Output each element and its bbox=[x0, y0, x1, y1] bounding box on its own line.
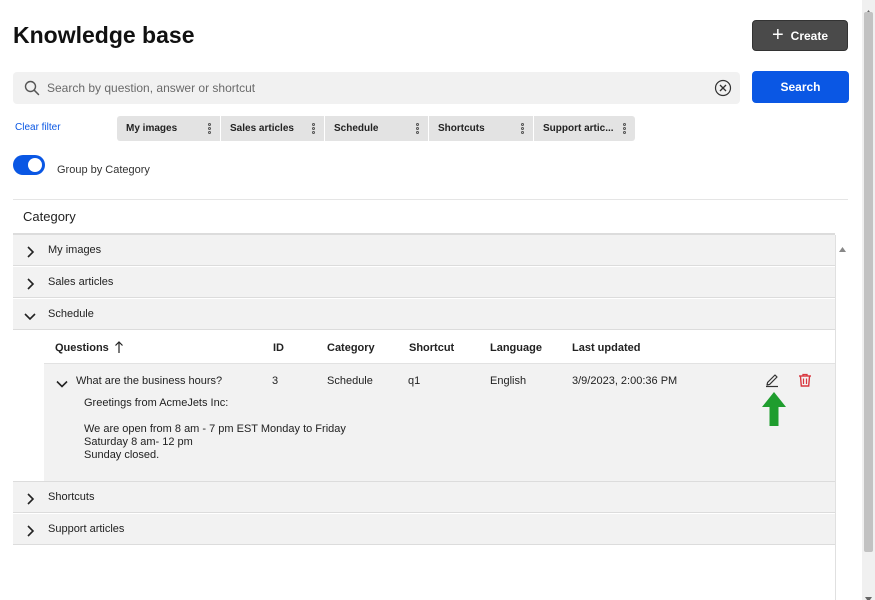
scroll-down-icon[interactable] bbox=[865, 589, 872, 600]
group-row-sales-articles[interactable]: Sales articles bbox=[13, 267, 835, 298]
filter-chip-support-articles[interactable]: Support artic... bbox=[534, 116, 635, 141]
chevron-down-icon bbox=[24, 308, 36, 326]
chevron-right-icon bbox=[25, 277, 35, 295]
filter-chip-sales-articles[interactable]: Sales articles bbox=[221, 116, 324, 141]
group-row-schedule[interactable]: Schedule bbox=[13, 299, 835, 330]
filter-chip-label: Schedule bbox=[334, 123, 379, 134]
toggle-knob bbox=[28, 158, 42, 172]
answer-line: Saturday 8 am- 12 pm bbox=[84, 436, 193, 448]
create-button-label: Create bbox=[790, 28, 829, 43]
chevron-right-icon bbox=[25, 524, 35, 542]
shortcut-cell: q1 bbox=[408, 375, 421, 387]
search-button[interactable]: Search bbox=[752, 71, 849, 103]
divider bbox=[13, 199, 848, 200]
list-scrollbar[interactable] bbox=[835, 235, 848, 600]
category-column-header: Category bbox=[23, 209, 76, 224]
create-button[interactable]: + Create bbox=[752, 20, 848, 51]
group-by-category-toggle[interactable] bbox=[13, 155, 45, 175]
chevron-down-icon[interactable] bbox=[56, 376, 68, 394]
chevron-right-icon bbox=[25, 245, 35, 263]
group-label: Sales articles bbox=[48, 276, 114, 288]
filter-chip-label: Support artic... bbox=[543, 123, 614, 134]
column-header-category[interactable]: Category bbox=[327, 342, 375, 354]
search-icon bbox=[24, 80, 40, 101]
chevron-right-icon bbox=[25, 492, 35, 510]
group-label: Schedule bbox=[48, 308, 94, 320]
kebab-menu-icon[interactable] bbox=[416, 123, 419, 134]
group-label: My images bbox=[48, 244, 102, 256]
scroll-up-icon[interactable] bbox=[839, 239, 846, 257]
sort-arrow-up-icon[interactable] bbox=[114, 340, 124, 359]
language-cell: English bbox=[490, 375, 527, 387]
filter-chip-label: Sales articles bbox=[230, 123, 294, 134]
green-arrow-up-icon bbox=[762, 392, 786, 431]
kebab-menu-icon[interactable] bbox=[623, 123, 626, 134]
filter-chip-shortcuts[interactable]: Shortcuts bbox=[429, 116, 533, 141]
kebab-menu-icon[interactable] bbox=[521, 123, 524, 134]
group-label: Support articles bbox=[48, 523, 125, 535]
kebab-menu-icon[interactable] bbox=[312, 123, 315, 134]
id-cell: 3 bbox=[272, 375, 279, 387]
filter-chip-my-images[interactable]: My images bbox=[117, 116, 220, 141]
page-title: Knowledge base bbox=[13, 22, 195, 48]
group-row-shortcuts[interactable]: Shortcuts bbox=[13, 482, 835, 513]
trash-icon[interactable] bbox=[797, 372, 813, 393]
indent-gutter bbox=[13, 331, 44, 482]
plus-icon: + bbox=[771, 23, 784, 46]
column-header-last-updated[interactable]: Last updated bbox=[572, 342, 640, 354]
pencil-icon[interactable] bbox=[764, 372, 780, 393]
answer-line: Sunday closed. bbox=[84, 449, 160, 461]
clear-filter-link[interactable]: Clear filter bbox=[15, 122, 61, 133]
page-scrollbar[interactable] bbox=[862, 0, 875, 600]
schedule-table: Questions ID Category Shortcut Language … bbox=[44, 331, 835, 482]
filter-chip-label: Shortcuts bbox=[438, 123, 485, 134]
filter-chip-schedule[interactable]: Schedule bbox=[325, 116, 428, 141]
category-cell: Schedule bbox=[327, 375, 373, 387]
filter-chip-label: My images bbox=[126, 123, 178, 134]
clear-search-icon[interactable] bbox=[714, 79, 732, 102]
search-bar bbox=[13, 72, 740, 104]
column-header-questions[interactable]: Questions bbox=[55, 342, 109, 354]
table-header: Questions ID Category Shortcut Language … bbox=[44, 331, 835, 364]
group-row-my-images[interactable]: My images bbox=[13, 235, 835, 266]
kebab-menu-icon[interactable] bbox=[208, 123, 211, 134]
question-cell: What are the business hours? bbox=[76, 375, 223, 387]
last-updated-cell: 3/9/2023, 2:00:36 PM bbox=[572, 375, 678, 387]
filter-chips: My images Sales articles Schedule Shortc… bbox=[117, 116, 635, 141]
scrollbar-thumb[interactable] bbox=[864, 12, 873, 552]
answer-line: Greetings from AcmeJets Inc: bbox=[84, 397, 229, 409]
column-header-language[interactable]: Language bbox=[490, 342, 542, 354]
group-row-support-articles[interactable]: Support articles bbox=[13, 514, 835, 545]
group-by-category-label: Group by Category bbox=[57, 164, 150, 176]
answer-line: We are open from 8 am - 7 pm EST Monday … bbox=[84, 423, 346, 435]
column-header-shortcut[interactable]: Shortcut bbox=[409, 342, 454, 354]
answer-text: Greetings from AcmeJets Inc: We are open… bbox=[84, 397, 346, 462]
group-label: Shortcuts bbox=[48, 491, 95, 503]
column-header-id[interactable]: ID bbox=[273, 342, 284, 354]
search-input[interactable] bbox=[47, 72, 707, 104]
